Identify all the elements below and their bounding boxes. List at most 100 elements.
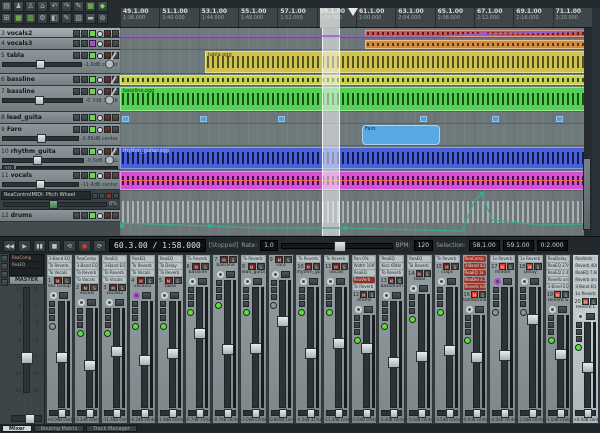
strip-mute-button[interactable]: M (416, 270, 423, 277)
strip-fader[interactable] (58, 301, 65, 408)
mixer-strip[interactable]: 3-Band EQ To Reverb To Vocals 1 M S Voc … (46, 254, 73, 424)
fx-slot[interactable]: Kick 60Hz (380, 263, 403, 269)
track-io-button[interactable] (73, 30, 80, 37)
track-mute-button[interactable] (104, 30, 111, 37)
strip-pan-thumb[interactable] (446, 409, 454, 418)
record-arm-light[interactable] (548, 337, 555, 344)
strip-solo-button[interactable]: S (229, 256, 237, 263)
strip-fader[interactable] (557, 315, 564, 408)
media-item[interactable]: rhythm_guitar.ogg (120, 147, 591, 169)
ruler-mark[interactable]: 49.1.00 1:36.000 (120, 8, 159, 27)
ruler-mark[interactable]: 65.1.00 2:08.000 (435, 8, 474, 27)
strip-mute-button[interactable]: M (388, 277, 395, 284)
strip-mute-button[interactable]: M (248, 263, 256, 270)
track-fx-button[interactable] (81, 114, 88, 121)
strip-io-button[interactable] (281, 271, 290, 278)
selection-start[interactable]: 58.1.00 (469, 240, 500, 251)
envelope-name[interactable]: ReaControlMIDI: Pitch Wheel (1, 191, 91, 200)
strip-fader[interactable] (252, 287, 259, 408)
media-item[interactable] (120, 171, 591, 190)
strip-env-button[interactable] (49, 308, 55, 314)
transport-button[interactable]: ⟳ (93, 240, 106, 252)
fx-header-slot[interactable]: ReaEQ (380, 256, 403, 262)
master-pan-slider[interactable] (11, 415, 42, 422)
transport-button[interactable]: ■ (48, 240, 61, 252)
volume-slider-thumb[interactable] (37, 134, 46, 143)
track-io-button[interactable] (73, 88, 80, 95)
track-io-button[interactable] (73, 172, 80, 179)
fx-slot[interactable]: ReaEQ 2.4k (547, 270, 570, 276)
track-panel-drums[interactable]: 12 drums (0, 210, 120, 222)
strip-io-button[interactable] (419, 285, 428, 292)
record-arm-light[interactable] (326, 309, 333, 316)
pan-knob[interactable] (78, 299, 85, 306)
track-io-button[interactable] (73, 212, 80, 219)
strip-solo-button[interactable]: S (507, 263, 514, 270)
strip-io-button[interactable] (309, 278, 318, 285)
strip-fader[interactable] (196, 287, 203, 408)
strip-pan-slider[interactable] (437, 410, 458, 416)
send-slot[interactable]: To Reverb (103, 270, 126, 276)
toolbar-icon[interactable]: ✎ (61, 13, 72, 24)
media-item[interactable] (492, 116, 499, 122)
track-fx-button[interactable] (81, 76, 88, 83)
strip-phase-button[interactable] (160, 315, 166, 321)
ruler-mark[interactable]: 63.1.00 2:04.000 (395, 8, 434, 27)
ruler-mark[interactable]: 51.1.00 1:40.000 (159, 8, 198, 27)
strip-pan-thumb[interactable] (169, 409, 177, 418)
strip-fader[interactable] (113, 308, 120, 408)
toolbar-icon[interactable]: ♙ (25, 1, 36, 12)
track-mute-button[interactable] (104, 114, 111, 121)
strip-mute-button[interactable]: M (554, 291, 561, 298)
toolbar-icon[interactable]: ▧ (73, 13, 84, 24)
track-fx-button[interactable] (81, 172, 88, 179)
track-name[interactable]: vocals3 (7, 40, 73, 47)
track-io-button[interactable] (73, 126, 80, 133)
send-slot[interactable]: To Delay (159, 263, 182, 269)
track-record-arm-button[interactable] (89, 76, 96, 83)
strip-fx-button[interactable] (77, 308, 83, 314)
track-solo-button[interactable] (112, 172, 119, 179)
strip-io-button[interactable] (87, 299, 96, 306)
mixer-sends-button[interactable] (1, 271, 8, 278)
track-name[interactable]: drums (11, 212, 73, 219)
strip-env-button[interactable] (520, 294, 526, 300)
track-record-arm-button[interactable] (89, 52, 96, 59)
strip-pan-slider[interactable] (520, 410, 541, 416)
track-solo-button[interactable] (112, 212, 119, 219)
strip-solo-button[interactable]: S (341, 263, 348, 270)
track-solo-button[interactable] (112, 126, 119, 133)
strip-pan-slider[interactable] (132, 410, 153, 416)
strip-pan-thumb[interactable] (279, 409, 287, 418)
master-fader-groove[interactable] (23, 287, 30, 393)
record-arm-light[interactable] (492, 309, 499, 316)
send-slot[interactable]: Reverb analog (547, 277, 570, 283)
pan-knob[interactable] (300, 278, 307, 285)
master-fader-thumb[interactable] (21, 352, 33, 364)
mixer-io-button[interactable] (1, 279, 8, 286)
track-fx-button[interactable] (81, 52, 88, 59)
track-monitor-button[interactable] (97, 41, 103, 47)
track-record-arm-button[interactable] (89, 114, 96, 121)
fx-slot[interactable]: 3-Band EQ (48, 256, 71, 262)
strip-phase-button[interactable] (243, 301, 249, 307)
fx-slot[interactable]: Width 100% (353, 263, 376, 269)
strip-fx-button[interactable] (326, 287, 332, 293)
strip-pan-slider[interactable] (77, 410, 98, 416)
mixer-strip[interactable]: ReaEQ To Reverb To Vocals 4 M S vocals3 (129, 254, 156, 424)
strip-pan-thumb[interactable] (141, 409, 149, 418)
record-arm-light[interactable] (215, 302, 222, 309)
strip-fx-button[interactable] (299, 287, 305, 293)
mixer-menu-button[interactable] (1, 255, 8, 262)
toolbar-icon[interactable]: ✎ (73, 1, 84, 12)
strip-pan-slider[interactable] (575, 410, 596, 416)
strip-env-button[interactable] (77, 315, 83, 321)
track-panel[interactable]: 8 lead_guita (0, 112, 120, 124)
strip-solo-button[interactable]: S (174, 277, 182, 284)
mixer-strip[interactable]: To Reverb 6 M S bassline (185, 254, 212, 424)
record-arm-light[interactable] (104, 330, 111, 337)
strip-phase-button[interactable] (105, 322, 111, 328)
track-volume-slider[interactable] (2, 136, 79, 141)
record-arm-light[interactable] (160, 323, 167, 330)
fx-header-slot[interactable]: ReaEQ (159, 256, 182, 262)
